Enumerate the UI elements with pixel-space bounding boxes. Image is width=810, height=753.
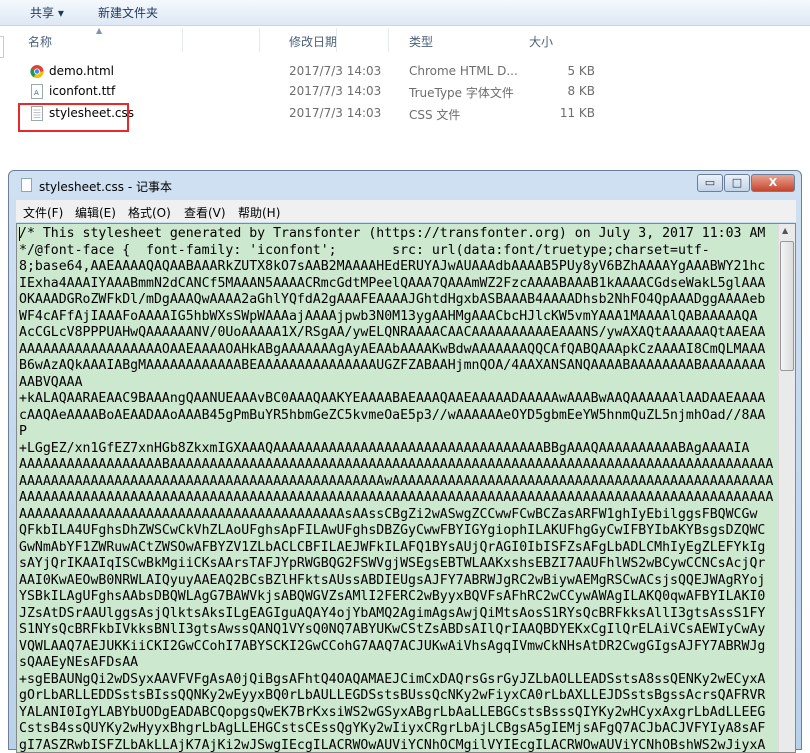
text-line: /* This stylesheet generated by Transfon… (19, 226, 779, 243)
file-type: CSS 文件 (409, 106, 460, 123)
file-name: demo.html (49, 64, 114, 78)
text-line: AAI0KwAEOwB0NRWLAIQyuyAAEAQ2BCsBZlHFktsA… (19, 573, 779, 590)
text-line: P (19, 424, 779, 441)
text-cursor (19, 227, 20, 241)
text-line: YSBkILAgUFghsAAbsDBQWLAgG7BAWVkjsABQWGVZ… (19, 589, 779, 606)
text-line: +sgEBAUNgQi2wDSyxAAVFVFgAsA0jQiBgsAFhtQ4… (19, 672, 779, 689)
text-line: QFkbILA4UFghsDhZWSCwCkVhZLAoUFghsApFILAw… (19, 523, 779, 540)
text-line: */@font-face { font-family: 'iconfont'; … (19, 243, 779, 260)
text-line: AAAAAAAAAAAAAAAAAABAAAAAAAAAAAAAAAAAAAAA… (19, 457, 779, 474)
file-size: 8 KB (535, 84, 595, 98)
explorer-toolbar: 共享 ▾ 新建文件夹 (0, 0, 810, 26)
text-line: AcCGLcV8PPPUAHwQAAAAAANV/0UoAAAAA1X/RSgA… (19, 325, 779, 342)
file-type: TrueType 字体文件 (409, 84, 514, 101)
maximize-button[interactable]: □ (724, 174, 750, 192)
text-line: CstsB4ssQUYKy2wHyyxBhgrLbAgLLEHGCstsCEss… (19, 721, 779, 738)
text-line: AAAAAAAAAAAAAAAAAAOAAEAAAAOAHkABgAAAAAAA… (19, 342, 779, 359)
column-size[interactable]: 大小 (529, 33, 553, 50)
editor-content: /* This stylesheet generated by Transfon… (19, 226, 779, 753)
column-header: 名称 ▲ 修改日期 类型 大小 (0, 28, 810, 52)
menu-format[interactable]: 格式(O) (128, 204, 171, 221)
file-size: 5 KB (535, 64, 595, 78)
column-divider[interactable] (388, 28, 389, 52)
text-editor[interactable]: /* This stylesheet generated by Transfon… (16, 223, 796, 753)
text-line: sAYjQrIKAAIqISCwBkMgiiCKsAArsTAFJYpRWGBQ… (19, 556, 779, 573)
window-title: stylesheet.css - 记事本 (39, 178, 172, 195)
menu-edit[interactable]: 编辑(E) (75, 204, 116, 221)
menu-view[interactable]: 查看(V) (184, 204, 226, 221)
close-button[interactable]: X (751, 174, 795, 192)
text-line: sQAAEyNEsAFDsAA (19, 655, 779, 672)
vertical-scrollbar[interactable]: ▲ (778, 224, 795, 753)
new-folder-button[interactable]: 新建文件夹 (98, 4, 158, 21)
minimize-button[interactable]: ▭ (697, 174, 723, 192)
text-line: OKAAADGRoZWFkDl/mDgAAAQwAAAA2aGhlYQfdA2g… (19, 292, 779, 309)
file-modified: 2017/7/3 14:03 (289, 106, 381, 120)
text-line: YALANI0IgYLABYbUODgEADABCQopgsQwEK7BrKxs… (19, 705, 779, 722)
text-line: IExha4AAAIYAAABmmN2dCANCf5MAAAN5AAAACRmc… (19, 276, 779, 293)
text-line: gI7ASZRwbISFZLbAkLLAjK7AjKi2wJSwgIEcgILA… (19, 738, 779, 753)
file-modified: 2017/7/3 14:03 (289, 84, 381, 98)
text-line: 8;base64,AAEAAAAQAQAABAAARkZUTX8kO7sAAB2… (19, 259, 779, 276)
file-type: Chrome HTML D... (409, 64, 518, 78)
file-name: iconfont.ttf (49, 84, 115, 98)
text-line: GwNmAbYF1ZWRuwACtZWSOwAFBYZV1ZLbACLCBFIL… (19, 540, 779, 557)
font-file-icon: A (30, 84, 44, 99)
text-line: AABVQAAA (19, 375, 779, 392)
text-line: cAAQAeAAAABoAEAADAAoAAAB45gPmBuYR5hbmGeZ… (19, 408, 779, 425)
notepad-icon (21, 178, 32, 192)
text-line: gOrLbARLLEDDSstsBIssQQNKy2wEyyxBQ0rLbAUL… (19, 688, 779, 705)
column-modified[interactable]: 修改日期 (289, 33, 337, 50)
share-button[interactable]: 共享 ▾ (30, 4, 64, 21)
menu-help[interactable]: 帮助(H) (238, 204, 280, 221)
sort-arrow-icon: ▲ (96, 26, 102, 35)
text-line: B6wAzAQkAAAIABgMAAAAAAAAAAAABEAAAAAAAAAA… (19, 358, 779, 375)
text-line: AAAAAAAAAAAAAAAAAAAAAAAAAAAAAAAAAAAAAAAA… (19, 507, 779, 524)
text-line: AAAAAAAAAAAAAAAAAAAAAAAAAAAAAAAAAAAAAAAA… (19, 474, 779, 491)
notepad-window: stylesheet.css - 记事本 ▭ □ X 文件(F) 编辑(E) 格… (8, 170, 802, 750)
scrollbar-thumb[interactable] (780, 241, 794, 371)
column-type[interactable]: 类型 (409, 33, 433, 50)
column-divider[interactable] (259, 28, 260, 52)
text-line: +kALAQAARAEAAC9BAAAngQAANUEAAAvBC0AAAQAA… (19, 391, 779, 408)
file-modified: 2017/7/3 14:03 (289, 64, 381, 78)
column-name[interactable]: 名称 (28, 33, 52, 50)
file-row-demo-html[interactable]: demo.html 2017/7/3 14:03 Chrome HTML D..… (0, 61, 810, 81)
file-row-iconfont-ttf[interactable]: A iconfont.ttf 2017/7/3 14:03 TrueType 字… (0, 81, 810, 101)
menu-bar: 文件(F) 编辑(E) 格式(O) 查看(V) 帮助(H) (16, 200, 796, 222)
text-line: JZsAtDSrAAUlggsAsjQlktsAksILgEAGIguAQAY4… (19, 606, 779, 623)
column-divider[interactable] (336, 28, 337, 52)
file-size: 11 KB (535, 106, 595, 120)
highlight-box (18, 103, 129, 132)
menu-file[interactable]: 文件(F) (23, 204, 63, 221)
text-line: VQWLAAQ7AEJUKKiiCKI2GwCCohI7ABYSCKI2GwCC… (19, 639, 779, 656)
text-line: S1NYsQcBRFkbIVkksBNlI3gtsAwssQANQ1VYsQ0N… (19, 622, 779, 639)
text-line: WF4cAFfAjIAAAFoAAAAIG5hbWXsSWpWAAAajAAAA… (19, 309, 779, 326)
chrome-icon (30, 64, 44, 79)
scroll-up-arrow-icon[interactable]: ▲ (782, 226, 788, 235)
text-line: +LGgEZ/xn1GfEZ7xnHGb8ZkxmIGXAAAQAAAAAAAA… (19, 441, 779, 458)
svg-text:A: A (34, 89, 39, 97)
text-line: AAAAAAAAAAAAAAAAAAAAAAAAAAAAAAAAAAAAAAAA… (19, 490, 779, 507)
column-divider[interactable] (182, 28, 183, 52)
